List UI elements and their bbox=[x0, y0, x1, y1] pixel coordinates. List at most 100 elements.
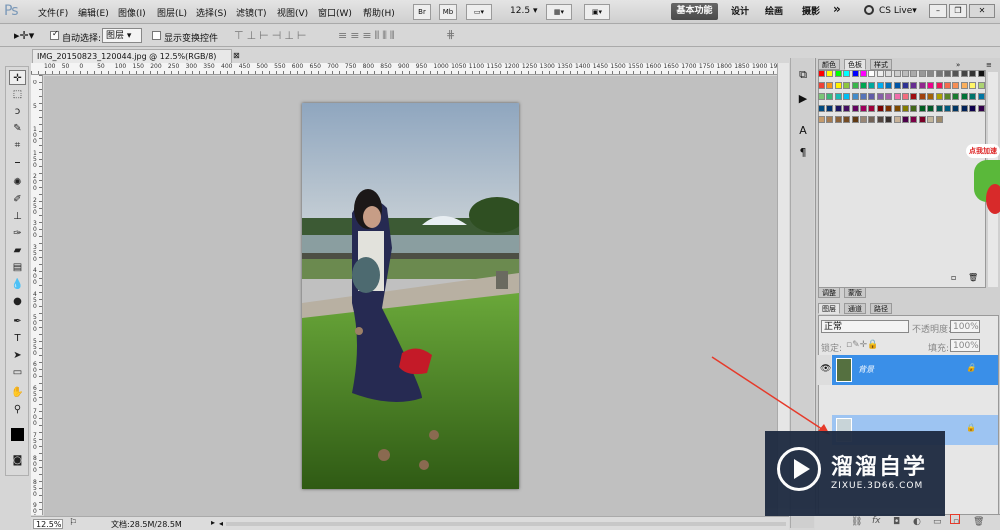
blend-mode-dropdown[interactable]: 正常 bbox=[821, 320, 909, 333]
delete-swatch-icon[interactable]: 🗑 bbox=[968, 273, 978, 282]
swatch[interactable] bbox=[977, 93, 985, 100]
clone-stamp-tool-icon[interactable]: ⊥ bbox=[9, 209, 26, 224]
swatch[interactable] bbox=[935, 70, 943, 77]
brush-tool-icon[interactable]: ✐ bbox=[9, 192, 26, 207]
menu-image[interactable]: 图像(I) bbox=[118, 6, 146, 19]
delete-layer-icon[interactable]: 🗑 bbox=[973, 517, 984, 527]
swatch[interactable] bbox=[818, 116, 825, 123]
document-tab[interactable]: IMG_20150823_120044.jpg @ 12.5%(RGB/8) bbox=[32, 49, 232, 64]
swatch[interactable] bbox=[826, 81, 834, 89]
zoom-tool-icon[interactable]: ⚲ bbox=[9, 402, 26, 417]
swatch[interactable] bbox=[851, 104, 859, 112]
blur-tool-icon[interactable]: 💧 bbox=[9, 277, 26, 292]
swatch[interactable] bbox=[977, 70, 985, 77]
swatch[interactable] bbox=[918, 93, 926, 100]
add-mask-icon[interactable]: ◘ bbox=[893, 517, 900, 527]
view-extras-button[interactable]: ▭▾ bbox=[466, 4, 492, 20]
gradient-tool-icon[interactable]: ▤ bbox=[9, 260, 26, 275]
swatch[interactable] bbox=[876, 70, 884, 77]
swatch[interactable] bbox=[927, 81, 935, 89]
swatch[interactable] bbox=[918, 104, 926, 112]
tab-styles[interactable]: 样式 bbox=[870, 59, 892, 70]
move-tool-preset-icon[interactable]: ▸✛▾ bbox=[14, 29, 34, 42]
swatch[interactable] bbox=[818, 104, 825, 112]
swatch[interactable] bbox=[834, 116, 842, 123]
pen-tool-icon[interactable]: ✒ bbox=[9, 314, 26, 329]
menu-layer[interactable]: 图层(L) bbox=[157, 6, 187, 19]
menu-view[interactable]: 视图(V) bbox=[277, 6, 308, 19]
swatch[interactable] bbox=[935, 81, 943, 89]
workspace-design[interactable]: 设计 bbox=[731, 4, 749, 17]
menu-filter[interactable]: 滤镜(T) bbox=[236, 6, 267, 19]
swatch[interactable] bbox=[885, 81, 893, 89]
swatch[interactable] bbox=[935, 116, 943, 123]
show-transform-checkbox[interactable] bbox=[152, 31, 161, 40]
swatch[interactable] bbox=[918, 70, 926, 77]
tab-swatches[interactable]: 色板 bbox=[844, 59, 866, 70]
swatch[interactable] bbox=[868, 70, 876, 77]
mini-bridge-button[interactable]: Mb bbox=[439, 4, 457, 20]
swatch[interactable] bbox=[960, 81, 968, 89]
swatch[interactable] bbox=[910, 116, 918, 123]
bridge-button[interactable]: Br bbox=[413, 4, 431, 20]
move-tool-icon[interactable]: ✛ bbox=[9, 70, 26, 85]
swatch[interactable] bbox=[910, 104, 918, 112]
swatch[interactable] bbox=[902, 81, 909, 89]
opacity-field[interactable]: 100% bbox=[950, 320, 980, 333]
type-tool-icon[interactable]: T bbox=[9, 331, 26, 346]
swatch[interactable] bbox=[944, 70, 951, 77]
swatch[interactable] bbox=[885, 70, 893, 77]
swatch[interactable] bbox=[893, 81, 901, 89]
swatch[interactable] bbox=[876, 81, 884, 89]
swatch[interactable] bbox=[834, 104, 842, 112]
swatch[interactable] bbox=[910, 70, 918, 77]
swatch[interactable] bbox=[860, 93, 867, 100]
new-swatch-icon[interactable]: ▫ bbox=[951, 273, 956, 282]
foreground-color-swatch[interactable] bbox=[11, 428, 24, 441]
swatch[interactable] bbox=[826, 116, 834, 123]
fill-field[interactable]: 100% bbox=[950, 339, 980, 352]
tab-color[interactable]: 颜色 bbox=[818, 59, 840, 70]
auto-select-dropdown[interactable]: 图层 ▾ bbox=[102, 28, 142, 43]
swatch[interactable] bbox=[927, 116, 935, 123]
horizontal-scrollbar[interactable] bbox=[226, 522, 786, 526]
swatch[interactable] bbox=[952, 81, 960, 89]
swatch[interactable] bbox=[969, 81, 977, 89]
swatch[interactable] bbox=[885, 116, 893, 123]
swatch[interactable] bbox=[902, 116, 909, 123]
close-button[interactable]: ✕ bbox=[969, 4, 995, 18]
swatch[interactable] bbox=[834, 81, 842, 89]
panel-collapse-icon[interactable]: » bbox=[956, 61, 960, 69]
paragraph-panel-icon[interactable]: ¶ bbox=[795, 146, 811, 159]
swatch[interactable] bbox=[969, 104, 977, 112]
scroll-left-arrow-icon[interactable]: ◂ bbox=[219, 519, 223, 528]
workspace-more-button[interactable]: » bbox=[833, 2, 841, 16]
adjustment-layer-icon[interactable]: ◐ bbox=[913, 517, 921, 527]
quick-select-tool-icon[interactable]: ✎ bbox=[9, 121, 26, 136]
history-brush-tool-icon[interactable]: ✑ bbox=[9, 226, 26, 241]
close-document-icon[interactable]: ⊠ bbox=[233, 51, 240, 60]
swatch[interactable] bbox=[969, 93, 977, 100]
healing-brush-tool-icon[interactable]: ✺ bbox=[9, 175, 26, 190]
swatch[interactable] bbox=[843, 70, 851, 77]
swatch[interactable] bbox=[918, 116, 926, 123]
path-select-tool-icon[interactable]: ➤ bbox=[9, 348, 26, 363]
swatch[interactable] bbox=[910, 81, 918, 89]
swatch[interactable] bbox=[876, 116, 884, 123]
swatch[interactable] bbox=[952, 93, 960, 100]
eyedropper-tool-icon[interactable]: ⎯ bbox=[9, 155, 26, 170]
swatch[interactable] bbox=[977, 104, 985, 112]
swatch[interactable] bbox=[851, 70, 859, 77]
swatch[interactable] bbox=[843, 116, 851, 123]
swatch[interactable] bbox=[876, 93, 884, 100]
zoom-chevron-icon[interactable]: ▾ bbox=[533, 6, 538, 16]
auto-align-icon[interactable]: ⋕ bbox=[446, 28, 455, 41]
swatch[interactable] bbox=[927, 93, 935, 100]
swatch[interactable] bbox=[960, 93, 968, 100]
swatch[interactable] bbox=[843, 93, 851, 100]
tab-masks[interactable]: 蒙版 bbox=[844, 287, 866, 298]
swatch[interactable] bbox=[935, 104, 943, 112]
swatch[interactable] bbox=[902, 93, 909, 100]
hand-tool-icon[interactable]: ✋ bbox=[9, 385, 26, 400]
swatch[interactable] bbox=[893, 116, 901, 123]
